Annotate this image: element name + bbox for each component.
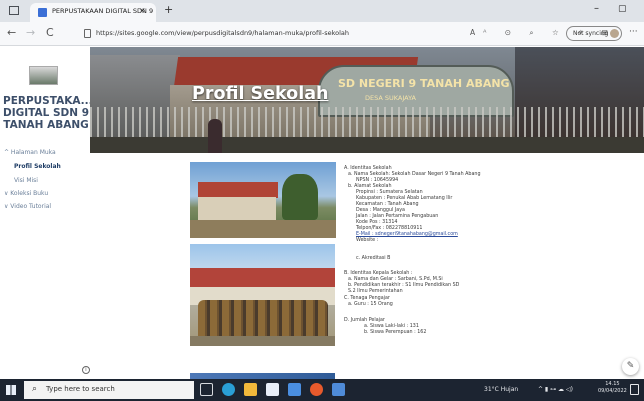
search-placeholder: Type here to search (46, 385, 115, 393)
sidebar-item-profil-sekolah[interactable]: Profil Sekolah (14, 163, 61, 170)
reload-icon[interactable]: C (46, 26, 54, 39)
lock-icon[interactable] (84, 29, 91, 38)
school-building-photo (190, 162, 336, 238)
sidebar-item-koleksi-buku[interactable]: ∨ Koleksi Buku (4, 190, 48, 197)
photo-roof (198, 182, 278, 198)
windows-taskbar: ⌕ Type here to search 31°C Hujan ^ ▮ ⊶ ☁… (0, 379, 644, 401)
photos-icon[interactable] (332, 383, 345, 396)
profile-line: NPSN : 10645994 (356, 178, 399, 183)
more-options-icon[interactable]: ··· (629, 27, 638, 37)
browser-title-bar: PERPUSTAKAAN DIGITAL SDN 9 × + – ▢ (0, 0, 644, 22)
tab-title: PERPUSTAKAAN DIGITAL SDN 9 (52, 7, 154, 15)
url-input[interactable]: https://sites.google.com/view/perpusdigi… (96, 29, 349, 37)
school-sign-subtext: DESA SUKAJAYA (365, 94, 417, 102)
profile-email-link[interactable]: E-Mail : sdnegeri9tanahabang@gmail.com (356, 232, 458, 238)
window-menu-icon[interactable] (9, 6, 19, 15)
profile-line: A. Identitas Sekolah (344, 166, 392, 171)
sync-label: Not syncing (573, 30, 609, 37)
store-icon[interactable] (266, 383, 279, 396)
sidebar-item-video-tutorial[interactable]: ∨ Video Tutorial (4, 203, 51, 210)
photo-tree (282, 174, 318, 220)
profile-line: a. Nama Sekolah: Sekolah Dasar Negeri 9 … (348, 172, 481, 177)
profile-line: a. Siswa Laki-laki : 131 (364, 324, 419, 329)
profile-line: b. Pendidikan terakhir : S1 Ilmu Pendidi… (348, 283, 460, 288)
clock-time: 14.15 (605, 381, 620, 387)
site-logo[interactable] (29, 66, 58, 85)
banner-person (208, 119, 222, 153)
profile-line: Kecamatan : Tanah Abang (356, 202, 419, 207)
forward-icon[interactable]: → (26, 26, 35, 39)
maximize-icon[interactable]: ▢ (618, 4, 627, 14)
profile-line: Telpon/Fax : 082278810911 (356, 226, 423, 231)
profile-line: b. Alamat Sekolah (348, 184, 392, 189)
taskbar-search-box[interactable]: ⌕ Type here to search (24, 381, 194, 399)
notification-icon[interactable] (630, 384, 639, 395)
profile-line: a. Nama dan Gelar : Sarbani, S.Pd, M.Si (348, 277, 443, 282)
site-title[interactable]: PERPUSTAKA... DIGITAL SDN 9 TANAH ABANG (3, 95, 93, 131)
new-tab-icon[interactable]: + (164, 3, 173, 16)
profile-line: Kode Pos : 31314 (356, 220, 398, 225)
photo-people-group (198, 300, 328, 338)
address-bar: ← → C https://sites.google.com/view/perp… (0, 22, 644, 46)
task-view-icon[interactable] (200, 383, 213, 396)
sidebar-item-halaman-muka[interactable]: ^ Halaman Muka (4, 149, 56, 156)
profile-line: b. Siswa Perempuan : 162 (364, 330, 427, 335)
photo-ground (190, 336, 335, 346)
site-sidebar: PERPUSTAKA... DIGITAL SDN 9 TANAH ABANG … (0, 47, 93, 379)
minimize-icon[interactable]: – (594, 3, 599, 14)
profile-line: Propinsi : Sumatera Selatan (356, 190, 423, 195)
site-favicon-icon (38, 8, 47, 17)
system-tray-icons[interactable]: ^ ▮ ⊶ ☁ ◁) (538, 386, 573, 393)
profile-line: Jalan : Jalan Pertamina Pengabuan (356, 214, 439, 219)
windows-start-icon[interactable] (6, 385, 16, 395)
banner-ground (90, 137, 644, 153)
profile-line: Desa : Manggul Jaya (356, 208, 405, 213)
profile-line: Website : (356, 238, 379, 243)
photo-building (198, 197, 276, 221)
taskbar-clock[interactable]: 14.15 09/04/2022 (598, 381, 627, 395)
profile-line: S.2 Ilmu Pemerintahan (348, 289, 403, 294)
file-explorer-icon[interactable] (244, 383, 257, 396)
weather-widget[interactable]: 31°C Hujan (484, 386, 518, 393)
profile-line: Kabupaten : Penukal Abab Lematang Ilir (356, 196, 453, 201)
sidebar-item-visi-misi[interactable]: Visi Misi (14, 177, 38, 184)
clock-date: 09/04/2022 (598, 388, 627, 394)
profile-line: c. Akreditasi B (356, 256, 391, 261)
school-sign-text: SD NEGERI 9 TANAH ABANG (338, 77, 510, 90)
edit-pencil-icon[interactable]: ✎ (622, 358, 639, 375)
profile-line: C. Tenaga Pengajar (344, 296, 390, 301)
edge-browser-icon[interactable] (222, 383, 235, 396)
profile-avatar (610, 29, 619, 38)
teachers-group-photo (190, 244, 335, 346)
firefox-icon[interactable] (310, 383, 323, 396)
profile-line: a. Guru : 15 Orang (348, 302, 393, 307)
profile-line: B. Identitas Kepala Sekolah : (344, 271, 413, 276)
search-icon: ⌕ (32, 384, 38, 394)
profile-line: D. Jumlah Pelajar (344, 318, 385, 323)
photo-ground (190, 220, 336, 238)
tab-close-icon[interactable]: × (139, 6, 146, 15)
banner-fence (90, 107, 644, 137)
header-banner: SD NEGERI 9 TANAH ABANG DESA SUKAJAYA Pr… (90, 47, 644, 153)
photo-roof (190, 268, 335, 288)
app-icon[interactable] (288, 383, 301, 396)
info-icon[interactable]: i (82, 366, 90, 374)
back-icon[interactable]: ← (7, 26, 16, 39)
sync-button[interactable]: Not syncing (566, 26, 622, 41)
browser-tab[interactable]: PERPUSTAKAAN DIGITAL SDN 9 × (30, 3, 156, 22)
page-title: Profil Sekolah (192, 84, 329, 104)
